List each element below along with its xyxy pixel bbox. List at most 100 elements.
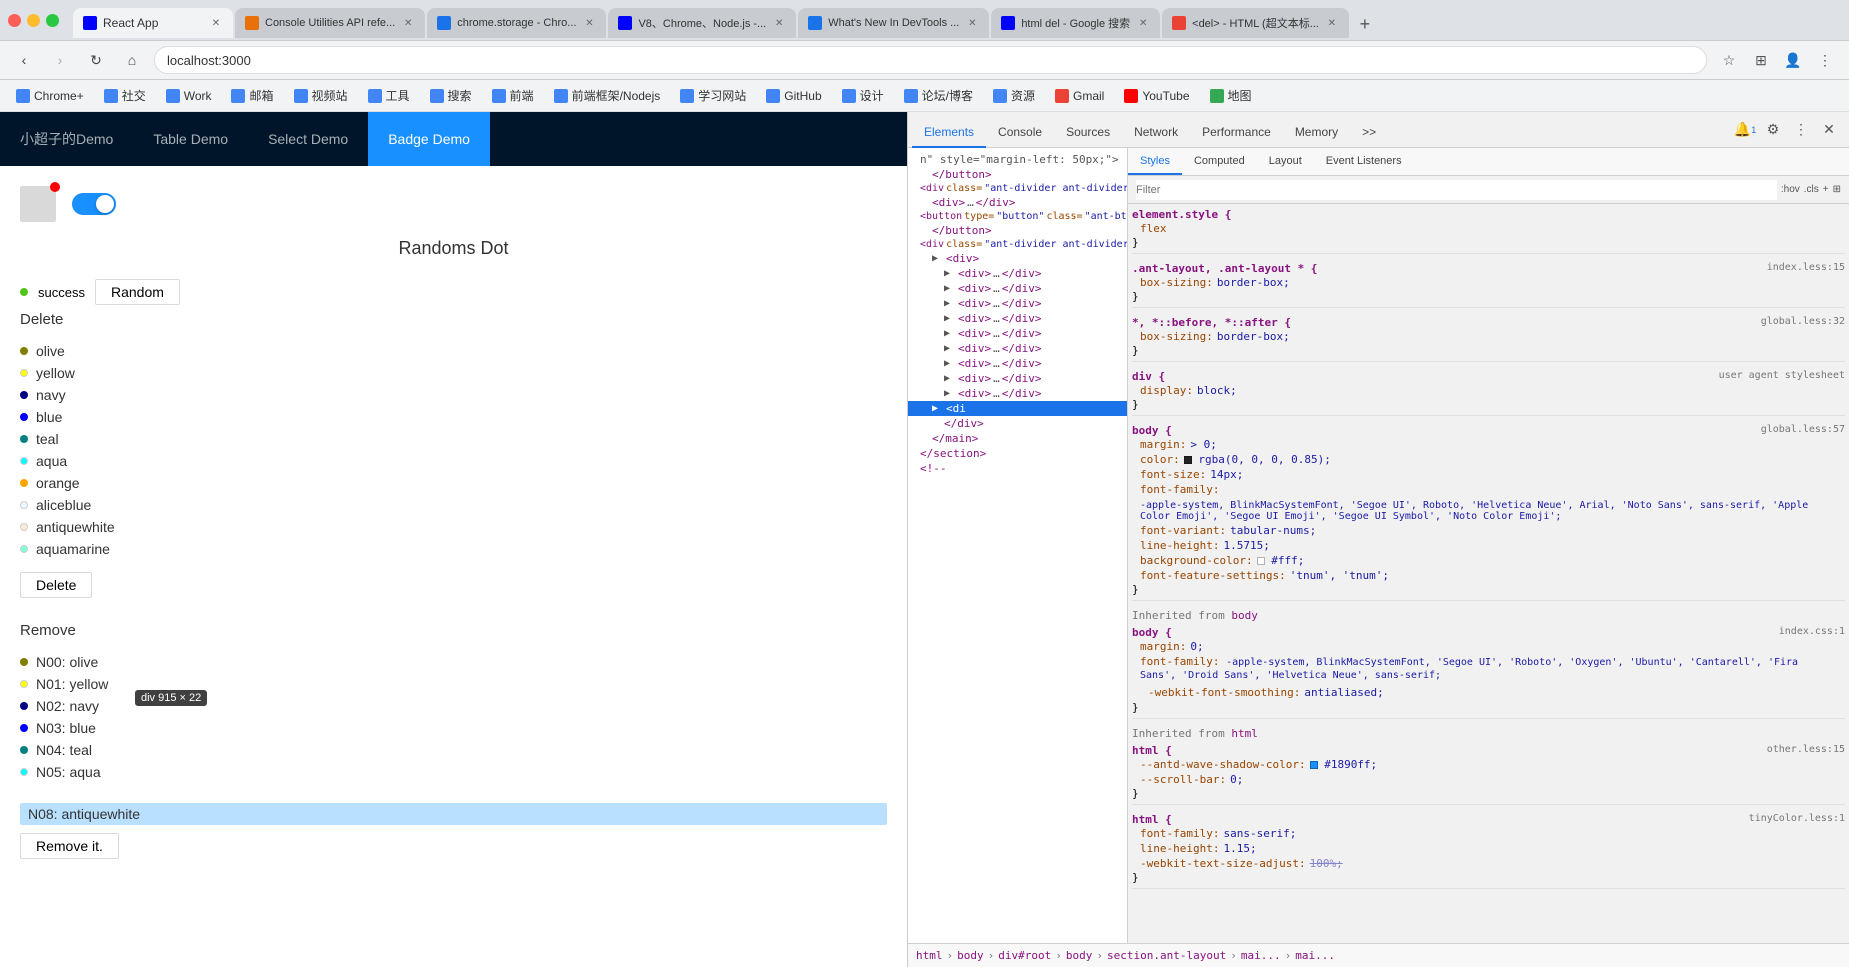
html-line[interactable]: <button type="button" class="ant-bt n" s… [908, 210, 1127, 223]
toggle-switch[interactable] [72, 193, 116, 215]
bookmark-design[interactable]: 设计 [834, 85, 892, 106]
bookmark-mail[interactable]: 邮箱 [223, 85, 281, 106]
nav-xiaochao[interactable]: 小超子的Demo [0, 112, 133, 166]
tab-close-icon[interactable]: ✕ [772, 16, 786, 30]
filter-hov[interactable]: :hov [1781, 184, 1800, 195]
devtools-settings-icon[interactable]: ⚙ [1761, 118, 1785, 142]
html-line[interactable]: </div> [908, 416, 1127, 431]
html-line[interactable]: </section> [908, 446, 1127, 461]
dt-more-tabs[interactable]: >> [1350, 118, 1388, 148]
bookmark-tools[interactable]: 工具 [360, 85, 418, 106]
nav-table[interactable]: Table Demo [133, 112, 248, 166]
tab-v8[interactable]: V8、Chrome、Node.js -... ✕ [608, 8, 796, 38]
dt-tab-memory[interactable]: Memory [1283, 118, 1350, 148]
back-button[interactable]: ‹ [10, 46, 38, 74]
menu-icon[interactable]: ⋮ [1811, 46, 1839, 74]
remove-button[interactable]: Remove it. [20, 833, 119, 859]
breadcrumb-main1[interactable]: mai... [1241, 949, 1281, 962]
filter-cls[interactable]: .cls [1804, 184, 1819, 195]
tab-close-icon[interactable]: ✕ [1325, 16, 1339, 30]
forward-button[interactable]: › [46, 46, 74, 74]
html-line[interactable]: ▶<div>…</div> [908, 281, 1127, 296]
html-line[interactable]: ▶<div>…</div> [908, 296, 1127, 311]
breadcrumb-div-root[interactable]: div#root [998, 949, 1051, 962]
html-line[interactable]: ▶<div> [908, 251, 1127, 266]
dt-tab-console[interactable]: Console [986, 118, 1054, 148]
filter-expand[interactable]: ⊞ [1833, 184, 1841, 195]
html-line[interactable]: ▶<div>…</div> [908, 311, 1127, 326]
nav-select[interactable]: Select Demo [248, 112, 368, 166]
nav-badge[interactable]: Badge Demo [368, 112, 490, 166]
color-swatch[interactable] [1257, 557, 1265, 565]
bookmark-youtube[interactable]: YouTube [1116, 87, 1197, 105]
html-line[interactable]: ▶<div>…</div> [908, 356, 1127, 371]
bookmark-gmail[interactable]: Gmail [1047, 87, 1112, 105]
tab-devtools[interactable]: What's New In DevTools ... ✕ [798, 8, 989, 38]
url-input[interactable]: localhost:3000 [154, 46, 1707, 74]
bookmark-frontend[interactable]: 前端 [484, 85, 542, 106]
tab-close-icon[interactable]: ✕ [965, 16, 979, 30]
html-line[interactable]: ▶<div>…</div> [908, 266, 1127, 281]
styles-tab[interactable]: Styles [1128, 148, 1182, 175]
tab-close-icon[interactable]: ✕ [209, 16, 223, 30]
bookmark-search[interactable]: 搜索 [422, 85, 480, 106]
html-line[interactable]: n" style="margin-left: 50px;"> [908, 152, 1127, 167]
bookmark-frameworks[interactable]: 前端框架/Nodejs [546, 85, 669, 106]
html-line[interactable]: ▶<div>…</div> [908, 386, 1127, 401]
bookmark-social[interactable]: 社交 [96, 85, 154, 106]
devtools-close-icon[interactable]: ✕ [1817, 118, 1841, 142]
html-line[interactable]: </button> [908, 223, 1127, 238]
bookmark-star-icon[interactable]: ☆ [1715, 46, 1743, 74]
bookmark-github[interactable]: GitHub [758, 87, 829, 105]
html-line[interactable]: <div>…</div> [908, 195, 1127, 210]
bookmark-chrome-plus[interactable]: Chrome+ [8, 87, 92, 105]
dt-tab-network[interactable]: Network [1122, 118, 1190, 148]
tab-close-icon[interactable]: ✕ [401, 16, 415, 30]
breadcrumb-body2[interactable]: body [1066, 949, 1093, 962]
html-line[interactable]: </button> [908, 167, 1127, 182]
profile-icon[interactable]: 👤 [1779, 46, 1807, 74]
reload-button[interactable]: ↻ [82, 46, 110, 74]
breadcrumb-main2[interactable]: mai... [1295, 949, 1335, 962]
tab-chrome-storage[interactable]: chrome.storage - Chro... ✕ [427, 8, 606, 38]
layout-tab[interactable]: Layout [1257, 148, 1314, 175]
bookmark-forum[interactable]: 论坛/博客 [896, 85, 981, 106]
dt-tab-sources[interactable]: Sources [1054, 118, 1122, 148]
styles-filter-input[interactable] [1136, 180, 1777, 200]
tab-del-html[interactable]: <del> - HTML (超文本标... ✕ [1162, 8, 1349, 38]
tab-google[interactable]: html del - Google 搜索 ✕ [991, 8, 1160, 38]
breadcrumb-body[interactable]: body [957, 949, 984, 962]
html-line[interactable]: ▶<div>…</div> [908, 326, 1127, 341]
html-line[interactable]: <div class="ant-divider ant-divider-hori… [908, 238, 1127, 251]
delete-button[interactable]: Delete [20, 572, 92, 598]
tab-close-icon[interactable]: ✕ [582, 16, 596, 30]
html-line[interactable]: </main> [908, 431, 1127, 446]
bookmark-resources[interactable]: 资源 [985, 85, 1043, 106]
tab-close-icon[interactable]: ✕ [1136, 16, 1150, 30]
color-swatch[interactable] [1184, 456, 1192, 464]
dt-tab-elements[interactable]: Elements [912, 118, 986, 148]
bookmark-video[interactable]: 视频站 [286, 85, 356, 106]
html-line[interactable]: <div class="ant-divider ant-divider-hori… [908, 182, 1127, 195]
color-swatch[interactable] [1310, 761, 1318, 769]
computed-tab[interactable]: Computed [1182, 148, 1257, 175]
new-tab-button[interactable]: + [1351, 10, 1379, 38]
bookmark-learning[interactable]: 学习网站 [672, 85, 754, 106]
tab-react-app[interactable]: React App ✕ [73, 8, 233, 38]
html-line-selected[interactable]: ▶ <di [908, 401, 1127, 416]
html-line[interactable]: <!-- [908, 461, 1127, 476]
devtools-notification-icon[interactable]: 🔔1 [1733, 118, 1757, 142]
html-line[interactable]: ▶<div>…</div> [908, 341, 1127, 356]
breadcrumb-section[interactable]: section.ant-layout [1107, 949, 1226, 962]
event-listeners-tab[interactable]: Event Listeners [1314, 148, 1414, 175]
random-button[interactable]: Random [95, 279, 180, 305]
home-button[interactable]: ⌂ [118, 46, 146, 74]
devtools-more-icon[interactable]: ⋮ [1789, 118, 1813, 142]
breadcrumb-html[interactable]: html [916, 949, 943, 962]
bookmark-maps[interactable]: 地图 [1202, 85, 1260, 106]
minimize-button[interactable] [27, 14, 40, 27]
tab-console[interactable]: Console Utilities API refe... ✕ [235, 8, 425, 38]
filter-add[interactable]: + [1823, 184, 1829, 195]
close-button[interactable] [8, 14, 21, 27]
html-line[interactable]: ▶<div>…</div> [908, 371, 1127, 386]
